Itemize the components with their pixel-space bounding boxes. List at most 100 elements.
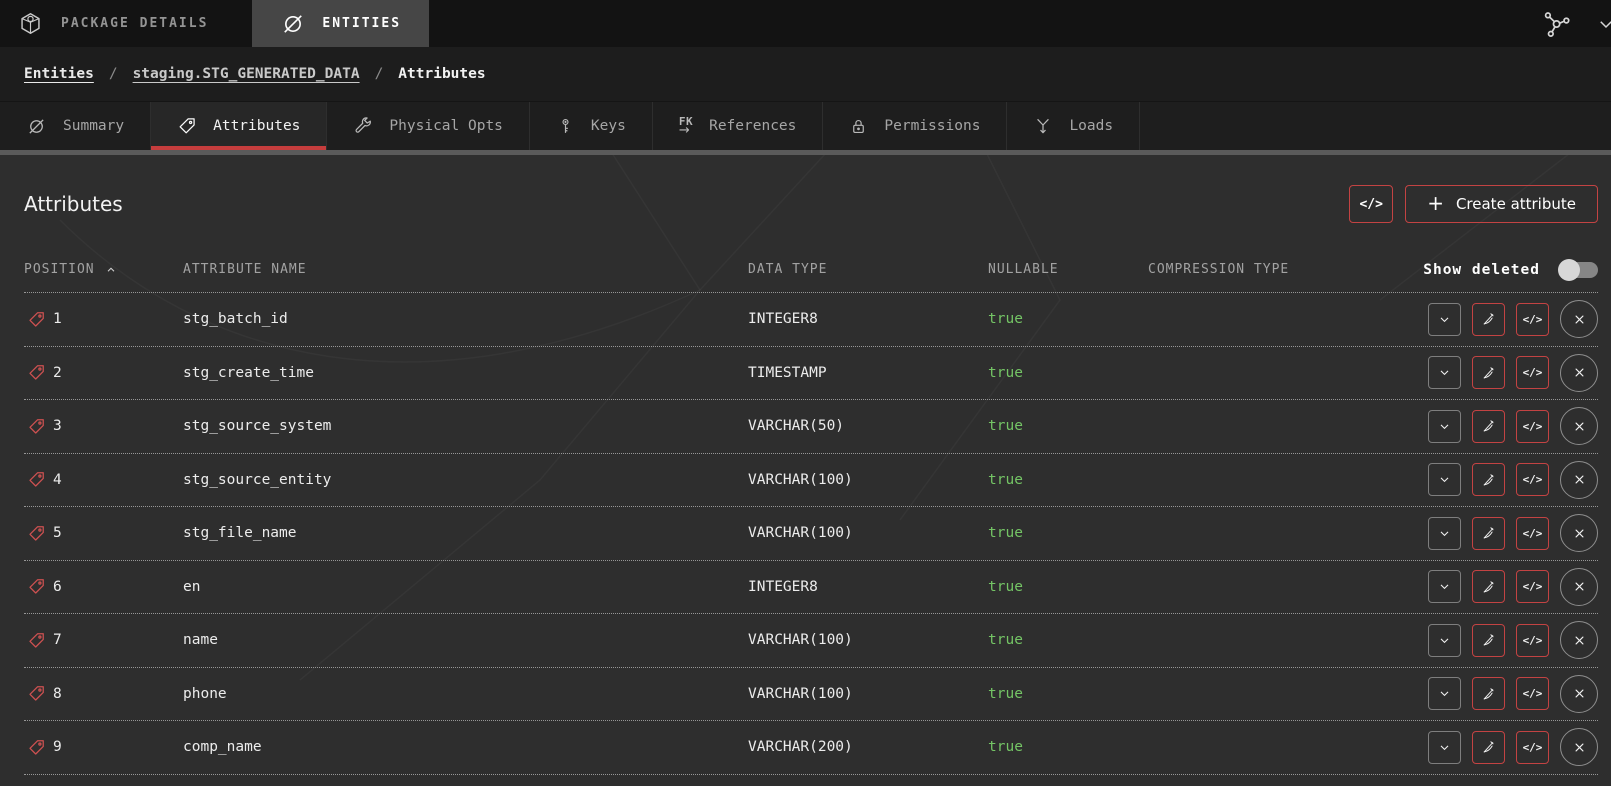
pen-icon	[1481, 579, 1497, 595]
edit-attribute-button[interactable]	[1472, 677, 1505, 710]
expand-row-button[interactable]	[1428, 303, 1461, 336]
topbar-tab-label: PACKAGE DETAILS	[61, 16, 208, 31]
delete-attribute-button[interactable]	[1560, 461, 1598, 499]
tag-icon	[27, 738, 46, 757]
row-actions-cell: </>	[1380, 300, 1598, 338]
entity-tab-bar: Summary Attributes Physical Opts Keys	[0, 101, 1611, 150]
expand-row-button[interactable]	[1428, 410, 1461, 443]
pen-icon	[1481, 418, 1497, 434]
tab-references[interactable]: FK → References	[653, 102, 824, 150]
tag-icon	[27, 310, 46, 329]
attribute-code-button[interactable]: </>	[1516, 677, 1549, 710]
topbar-tab-package-details[interactable]: PACKAGE DETAILS	[0, 0, 226, 47]
show-deleted-toggle[interactable]	[1558, 260, 1598, 280]
attribute-code-button[interactable]: </>	[1516, 570, 1549, 603]
code-icon: </>	[1523, 366, 1543, 379]
position-value: 5	[53, 525, 62, 541]
delete-attribute-button[interactable]	[1560, 621, 1598, 659]
column-header-actions: Show deleted	[1380, 260, 1598, 280]
tab-summary[interactable]: Summary	[0, 102, 151, 150]
data-type-cell: VARCHAR(100)	[748, 632, 988, 648]
breadcrumb-link-entity-name[interactable]: staging.STG_GENERATED_DATA	[133, 66, 360, 82]
graph-nodes-icon[interactable]	[1541, 9, 1571, 39]
expand-row-button[interactable]	[1428, 356, 1461, 389]
edit-attribute-button[interactable]	[1472, 356, 1505, 389]
toggle-knob	[1558, 259, 1580, 281]
code-icon: </>	[1359, 197, 1382, 212]
view-code-button[interactable]: </>	[1349, 185, 1393, 223]
column-header-attribute-name[interactable]: ATTRIBUTE NAME	[183, 262, 748, 277]
column-header-position[interactable]: POSITION	[24, 262, 183, 277]
expand-row-button[interactable]	[1428, 517, 1461, 550]
expand-row-button[interactable]	[1428, 570, 1461, 603]
lock-icon	[849, 117, 868, 136]
position-value: 9	[53, 739, 62, 755]
edit-attribute-button[interactable]	[1472, 731, 1505, 764]
breadcrumb-link-entities[interactable]: Entities	[24, 66, 94, 82]
tab-bar-divider	[0, 150, 1611, 155]
chevron-down-icon[interactable]	[1597, 15, 1611, 33]
breadcrumb-current: Attributes	[398, 66, 485, 82]
table-row: 3 stg_source_system VARCHAR(50) true	[24, 399, 1598, 453]
code-icon: </>	[1523, 634, 1543, 647]
delete-attribute-button[interactable]	[1560, 354, 1598, 392]
edit-attribute-button[interactable]	[1472, 303, 1505, 336]
delete-attribute-button[interactable]	[1560, 300, 1598, 338]
attribute-code-button[interactable]: </>	[1516, 463, 1549, 496]
column-header-compression-type[interactable]: COMPRESSION TYPE	[1148, 262, 1380, 277]
attribute-code-button[interactable]: </>	[1516, 356, 1549, 389]
data-type-cell: VARCHAR(100)	[748, 686, 988, 702]
delete-attribute-button[interactable]	[1560, 407, 1598, 445]
delete-attribute-button[interactable]	[1560, 675, 1598, 713]
tab-physical-opts[interactable]: Physical Opts	[327, 102, 530, 150]
expand-row-button[interactable]	[1428, 731, 1461, 764]
topbar-tab-entities[interactable]: ENTITIES	[252, 0, 429, 47]
create-attribute-label: Create attribute	[1456, 195, 1576, 213]
attribute-code-button[interactable]: </>	[1516, 624, 1549, 657]
attribute-code-button[interactable]: </>	[1516, 731, 1549, 764]
edit-attribute-button[interactable]	[1472, 570, 1505, 603]
breadcrumb: Entities / staging.STG_GENERATED_DATA / …	[0, 47, 1611, 101]
position-cell: 5	[24, 524, 183, 543]
chevron-down-icon	[1438, 634, 1451, 647]
edit-attribute-button[interactable]	[1472, 517, 1505, 550]
edit-attribute-button[interactable]	[1472, 410, 1505, 443]
attribute-code-button[interactable]: </>	[1516, 410, 1549, 443]
edit-attribute-button[interactable]	[1472, 463, 1505, 496]
tab-label: Loads	[1069, 118, 1113, 134]
attribute-name-cell: stg_batch_id	[183, 311, 748, 327]
expand-row-button[interactable]	[1428, 624, 1461, 657]
attribute-code-button[interactable]: </>	[1516, 303, 1549, 336]
attribute-name-cell: name	[183, 632, 748, 648]
wrench-icon	[353, 116, 373, 136]
data-type-cell: VARCHAR(200)	[748, 739, 988, 755]
expand-row-button[interactable]	[1428, 463, 1461, 496]
data-type-cell: VARCHAR(50)	[748, 418, 988, 434]
tab-attributes[interactable]: Attributes	[151, 102, 327, 150]
delete-attribute-button[interactable]	[1560, 514, 1598, 552]
row-actions: </>	[1428, 407, 1598, 445]
column-header-data-type[interactable]: DATA TYPE	[748, 262, 988, 277]
create-attribute-button[interactable]: + Create attribute	[1405, 185, 1598, 223]
table-header: POSITION ATTRIBUTE NAME DATA TYPE NULLAB…	[24, 247, 1598, 292]
edit-attribute-button[interactable]	[1472, 624, 1505, 657]
position-value: 1	[53, 311, 62, 327]
table-row: 7 name VARCHAR(100) true	[24, 613, 1598, 667]
row-actions: </>	[1428, 728, 1598, 766]
delete-attribute-button[interactable]	[1560, 568, 1598, 606]
expand-row-button[interactable]	[1428, 677, 1461, 710]
position-cell: 6	[24, 577, 183, 596]
tab-permissions[interactable]: Permissions	[823, 102, 1007, 150]
nullable-cell: true	[988, 739, 1148, 755]
pen-icon	[1481, 365, 1497, 381]
close-icon	[1572, 633, 1587, 648]
position-value: 3	[53, 418, 62, 434]
tab-keys[interactable]: Keys	[530, 102, 653, 150]
delete-attribute-button[interactable]	[1560, 728, 1598, 766]
attribute-code-button[interactable]: </>	[1516, 517, 1549, 550]
tab-loads[interactable]: Loads	[1007, 102, 1140, 150]
attribute-name-cell: stg_file_name	[183, 525, 748, 541]
code-icon: </>	[1523, 473, 1543, 486]
column-header-nullable[interactable]: NULLABLE	[988, 262, 1148, 277]
breadcrumb-separator: /	[109, 66, 118, 82]
